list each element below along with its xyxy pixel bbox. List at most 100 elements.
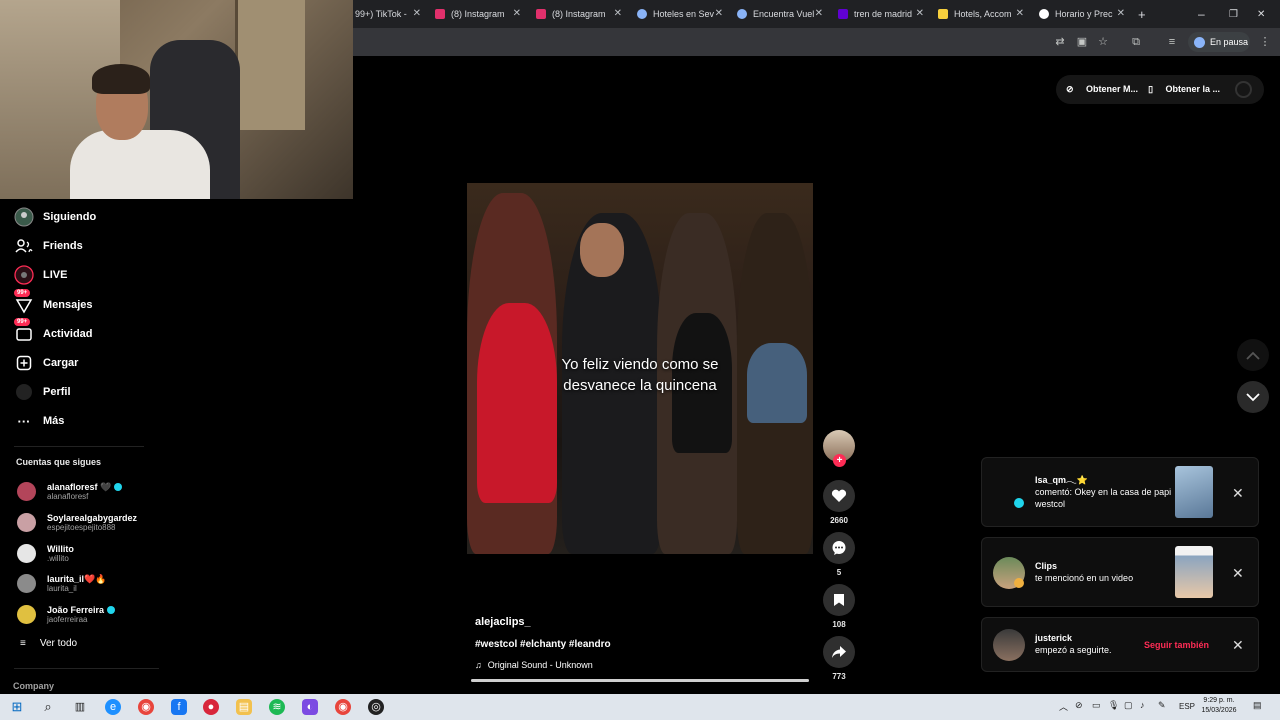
- notification-card[interactable]: Clips te mencionó en un video ✕: [981, 537, 1259, 607]
- account-handle: .willito: [47, 553, 69, 563]
- company-link[interactable]: Company: [13, 681, 54, 691]
- friends-icon: [14, 236, 34, 256]
- app-icon[interactable]: ●: [203, 699, 219, 715]
- browser-tab[interactable]: Encuentra Vuel ✕: [737, 4, 823, 24]
- sidebar-item-messages[interactable]: 99+ Mensajes: [14, 289, 93, 316]
- followed-account[interactable]: alanafloresf 🖤 alanafloresf: [17, 479, 123, 503]
- messages-icon: 99+: [14, 289, 34, 315]
- facebook-icon[interactable]: f: [171, 699, 187, 715]
- close-icon[interactable]: ✕: [1232, 565, 1244, 582]
- chrome-icon[interactable]: ◉: [335, 699, 351, 715]
- share-button[interactable]: [823, 636, 855, 668]
- video-author[interactable]: alejaclips_: [475, 616, 531, 628]
- close-icon[interactable]: ✕: [1232, 637, 1244, 654]
- window-close-icon[interactable]: ✕: [1257, 4, 1265, 24]
- video-thumbnail[interactable]: [1175, 466, 1213, 518]
- close-tab-icon[interactable]: ✕: [513, 8, 521, 19]
- follow-plus-icon[interactable]: +: [833, 454, 846, 467]
- microphone-icon[interactable]: 🎙: [1108, 700, 1119, 711]
- close-tab-icon[interactable]: ✕: [715, 8, 723, 19]
- extensions-icon[interactable]: ⧉: [1129, 35, 1143, 49]
- chrome-icon[interactable]: ◉: [138, 699, 154, 715]
- yahoo-icon: [838, 9, 848, 19]
- followed-account[interactable]: laurita_il❤️🔥 laurita_il: [17, 571, 106, 595]
- followed-account[interactable]: João Ferreira jaoferreiraa: [17, 602, 116, 626]
- close-tab-icon[interactable]: ✕: [815, 8, 823, 19]
- profile-button[interactable]: En pausa: [1188, 32, 1250, 52]
- tray-chevron-icon[interactable]: ︿: [1059, 700, 1068, 713]
- video-thumbnail[interactable]: [1175, 546, 1213, 598]
- monitor-icon[interactable]: ▢: [1124, 700, 1133, 711]
- translate-icon[interactable]: ⇄: [1053, 35, 1067, 49]
- new-tab-button[interactable]: +: [1138, 4, 1150, 24]
- browser-tab[interactable]: (8) Instagram ✕: [536, 4, 622, 24]
- system-clock[interactable]: 9:29 p. m. 15/03/2026: [1196, 696, 1242, 716]
- followed-account[interactable]: Willito .willito: [17, 541, 74, 565]
- cast-icon[interactable]: ▣: [1075, 35, 1089, 49]
- notification-text: Isa_qm𓂃⭐ comentó: Okey en la casa de papi…: [1035, 475, 1172, 509]
- language-indicator[interactable]: ESP: [1179, 702, 1195, 711]
- browser-tab[interactable]: 99+) TikTok - ✕: [355, 4, 421, 24]
- close-tab-icon[interactable]: ✕: [1117, 8, 1125, 19]
- file-explorer-icon[interactable]: ▤: [236, 699, 252, 715]
- notification-card[interactable]: Isa_qm𓂃⭐ comentó: Okey en la casa de papi…: [981, 457, 1259, 527]
- notification-card[interactable]: justerick empezó a seguirte. Seguir tambi…: [981, 617, 1259, 672]
- followed-account[interactable]: Soylarealgabygardez espejitoespejito888: [17, 510, 137, 534]
- follow-back-button[interactable]: Seguir también: [1144, 640, 1209, 650]
- video-hashtags[interactable]: #westcol #elchanty #leandro: [475, 639, 611, 650]
- edge-icon[interactable]: e: [105, 699, 121, 715]
- sidebar-item-more[interactable]: ··· Más: [14, 410, 65, 432]
- video-player[interactable]: Yo feliz viendo como se desvanece la qui…: [467, 183, 813, 554]
- battery-icon[interactable]: ▭: [1092, 700, 1101, 711]
- browser-tab[interactable]: Hotels, Accom ✕: [938, 4, 1024, 24]
- browser-tab[interactable]: Hoteles en Sev ✕: [637, 4, 723, 24]
- close-tab-icon[interactable]: ✕: [916, 8, 924, 19]
- video-frame: [580, 223, 624, 277]
- tab-title: tren de madrid: [854, 9, 913, 19]
- maximize-icon[interactable]: ❐: [1229, 4, 1238, 24]
- volume-icon[interactable]: ♪: [1140, 700, 1145, 710]
- sidebar-item-upload[interactable]: Cargar: [14, 352, 78, 374]
- obs-icon[interactable]: ◎: [368, 699, 384, 715]
- spotify-icon[interactable]: ≋: [269, 699, 285, 715]
- see-all-button[interactable]: ≡ Ver todo: [20, 638, 77, 649]
- search-icon[interactable]: ⌕: [40, 699, 56, 715]
- save-count: 108: [832, 620, 846, 629]
- browser-tab[interactable]: tren de madrid ✕: [838, 4, 924, 24]
- sidebar-item-live[interactable]: LIVE: [14, 264, 67, 286]
- get-app-button[interactable]: ▯ Obtener la ...: [1148, 84, 1220, 95]
- task-view-icon[interactable]: ▥: [72, 699, 88, 715]
- sidebar-item-profile[interactable]: Perfil: [14, 381, 71, 403]
- sidebar-item-activity[interactable]: 99+ Actividad: [14, 318, 93, 345]
- get-app-button[interactable]: ⊘ Obtener M...: [1066, 84, 1138, 95]
- windows-start-icon[interactable]: ⊞: [9, 699, 25, 715]
- comment-badge-icon: [1014, 498, 1024, 508]
- browser-tab[interactable]: (8) Instagram ✕: [435, 4, 521, 24]
- globe-icon: [737, 9, 747, 19]
- notifications-icon[interactable]: ▤: [1253, 700, 1262, 711]
- close-tab-icon[interactable]: ✕: [413, 8, 421, 19]
- bookmark-star-icon[interactable]: ☆: [1096, 35, 1110, 49]
- windows-taskbar: [0, 694, 1280, 720]
- video-sound[interactable]: ♫ Original Sound - Unknown: [475, 660, 593, 670]
- network-off-icon[interactable]: ⊘: [1075, 700, 1083, 711]
- next-video-button[interactable]: [1237, 381, 1269, 413]
- sidebar-item-friends[interactable]: Friends: [14, 235, 83, 257]
- minimize-icon[interactable]: –: [1198, 4, 1205, 24]
- like-button[interactable]: [823, 480, 855, 512]
- browser-tab[interactable]: Horario y Prec ✕: [1039, 4, 1125, 24]
- pen-icon[interactable]: ✎: [1158, 700, 1166, 711]
- sidebar-item-following[interactable]: Siguiendo: [14, 206, 96, 228]
- previous-video-button[interactable]: [1237, 339, 1269, 371]
- reading-list-icon[interactable]: ≡: [1165, 35, 1179, 49]
- comment-button[interactable]: [823, 532, 855, 564]
- close-tab-icon[interactable]: ✕: [1016, 8, 1024, 19]
- save-button[interactable]: [823, 584, 855, 616]
- browser-menu-icon[interactable]: ⋮: [1258, 35, 1272, 49]
- close-tab-icon[interactable]: ✕: [614, 8, 622, 19]
- video-progress-bar[interactable]: [471, 679, 809, 682]
- close-icon[interactable]: ✕: [1232, 485, 1244, 502]
- progress-fill: [471, 679, 809, 682]
- app-icon[interactable]: ◐: [302, 699, 318, 715]
- following-accounts-title: Cuentas que sigues: [16, 457, 102, 467]
